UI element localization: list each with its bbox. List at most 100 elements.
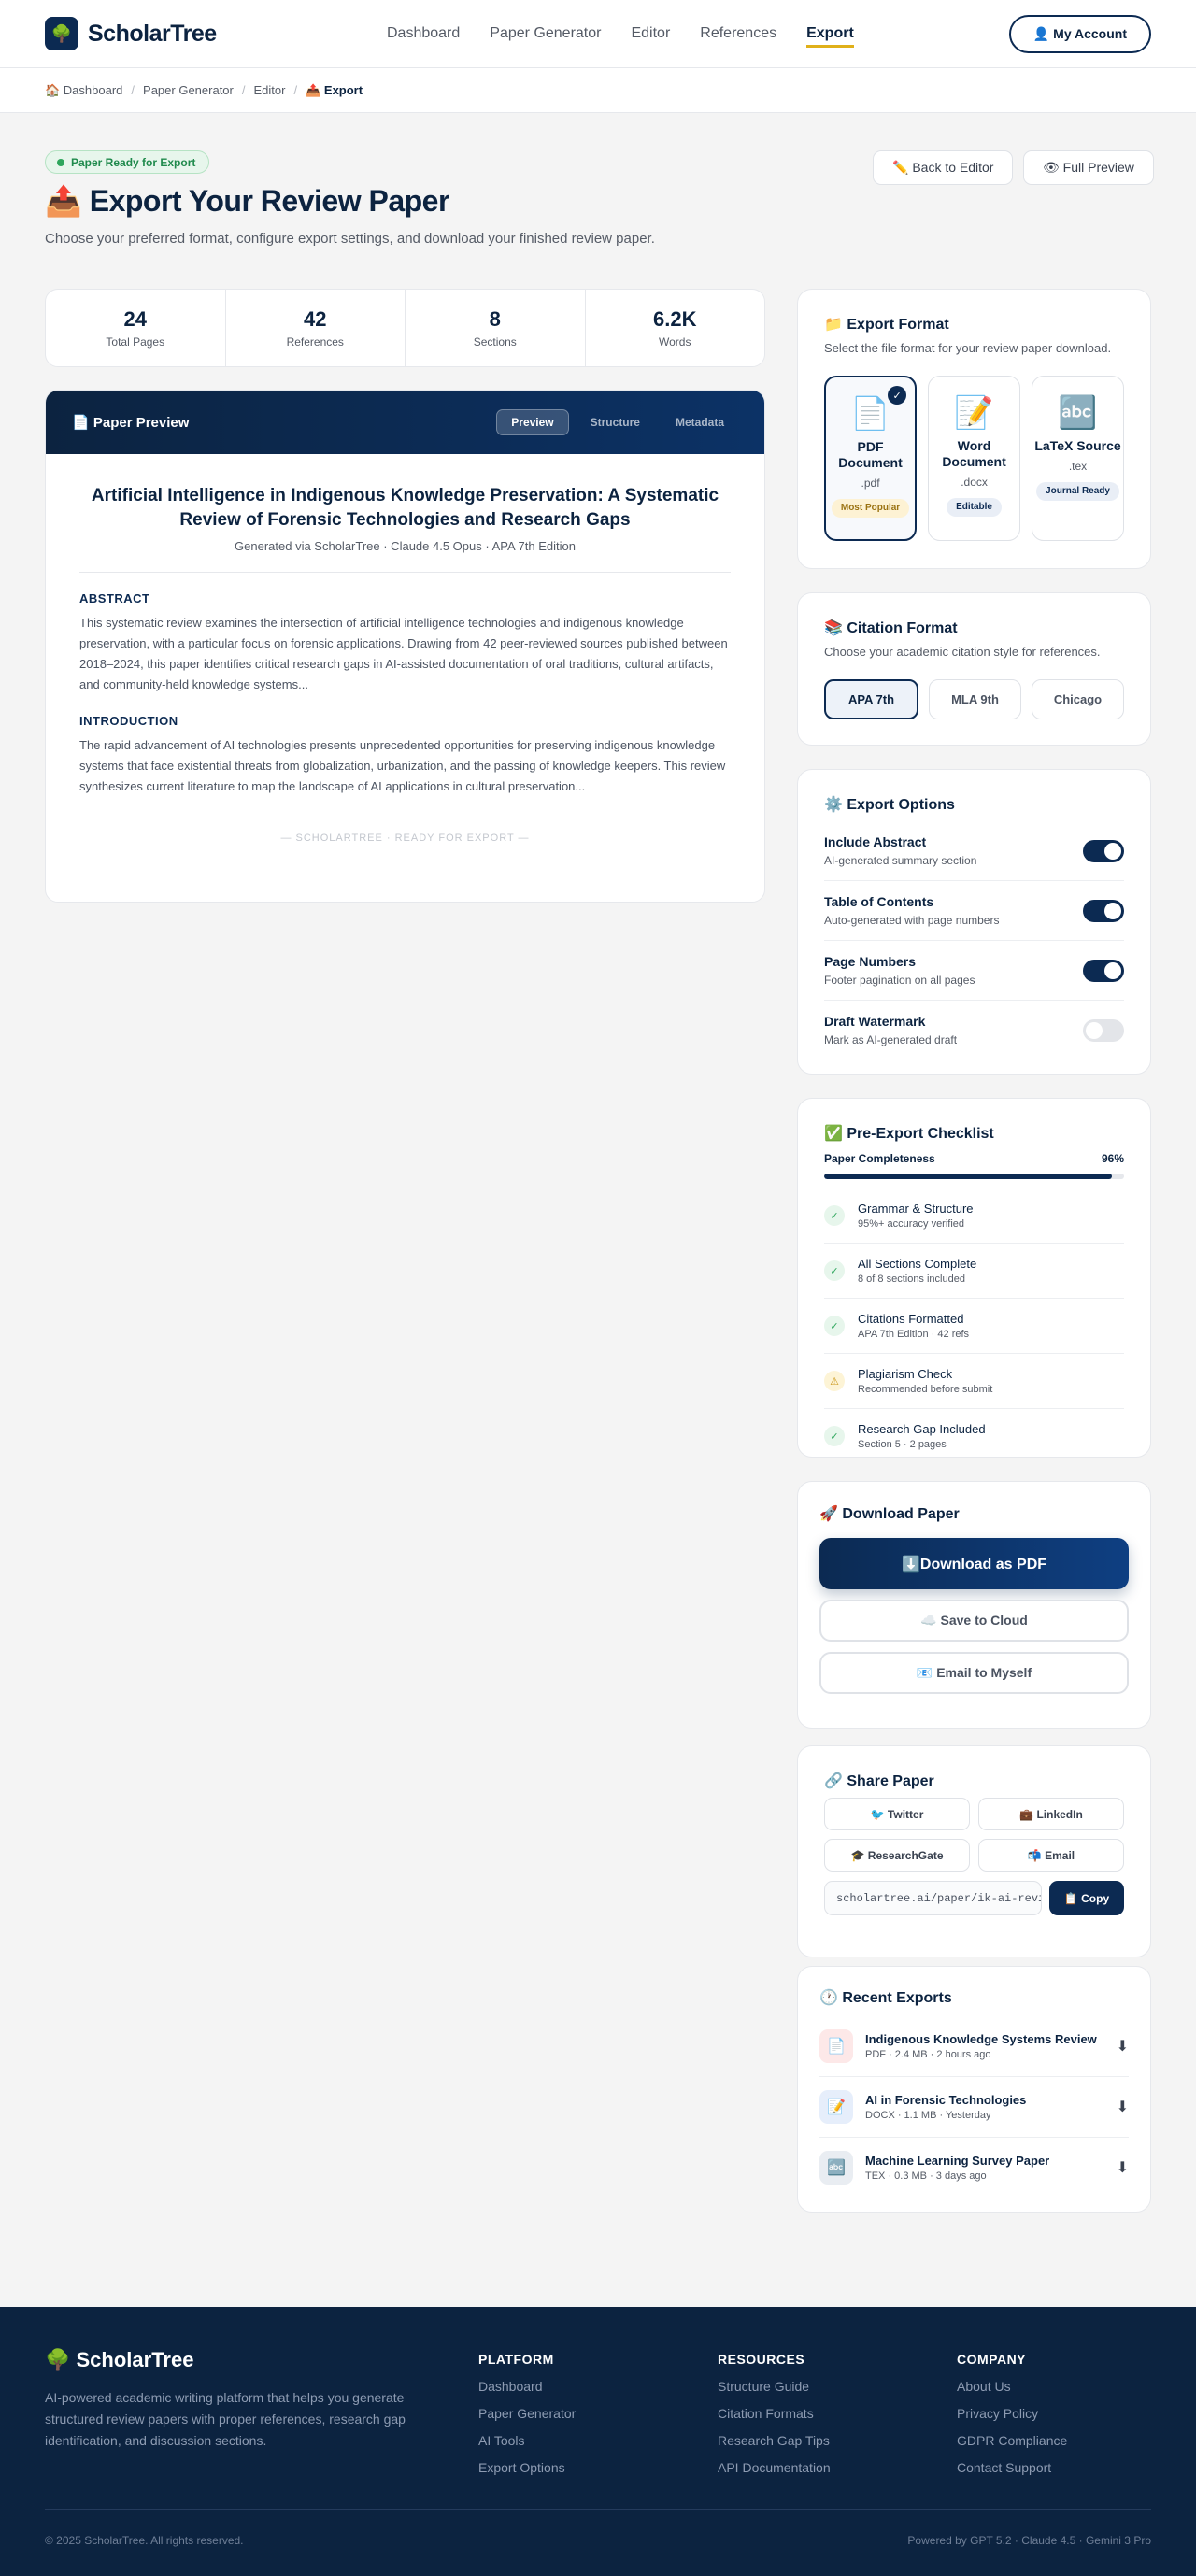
include-abstract-toggle[interactable] xyxy=(1083,839,1124,862)
checklist-item-name: All Sections Complete xyxy=(858,1257,977,1271)
tab-metadata[interactable]: Metadata xyxy=(662,409,738,435)
download-icon[interactable]: ⬇ xyxy=(1117,2098,1129,2116)
preview-header: 📄 Paper Preview Preview Structure Metada… xyxy=(46,391,764,454)
breadcrumb: 🏠 Dashboard / Paper Generator / Editor /… xyxy=(0,68,1196,113)
citation-apa-button[interactable]: APA 7th xyxy=(824,679,918,719)
email-to-myself-button[interactable]: 📧 Email to Myself xyxy=(819,1652,1129,1694)
preview-title: 📄 Paper Preview xyxy=(72,415,190,431)
recent-export-item[interactable]: 🔤 Machine Learning Survey Paper TEX · 0.… xyxy=(819,2138,1129,2198)
table-of-contents-toggle[interactable] xyxy=(1083,899,1124,922)
share-paper-card: 🔗 Share Paper 🐦 Twitter 💼 LinkedIn 🎓 Res… xyxy=(797,1745,1151,1957)
share-email-button[interactable]: 📬 Email xyxy=(978,1839,1124,1872)
footer-link[interactable]: Structure Guide xyxy=(718,2379,831,2394)
tab-preview[interactable]: Preview xyxy=(496,409,569,435)
export-options-title: ⚙️ Export Options xyxy=(824,797,955,813)
stat-words: 6.2K Words xyxy=(586,290,765,366)
footer-column-resources: RESOURCES Structure Guide Citation Forma… xyxy=(718,2352,831,2475)
format-name: LaTeX Source xyxy=(1034,438,1121,453)
pre-export-checklist-card: ✅ Pre-Export Checklist Paper Completenes… xyxy=(797,1098,1151,1458)
stat-value: 8 xyxy=(489,307,501,331)
my-account-button[interactable]: 👤 My Account xyxy=(1008,15,1151,53)
option-name: Table of Contents xyxy=(824,894,934,909)
footer-link[interactable]: API Documentation xyxy=(718,2460,831,2475)
footer-link[interactable]: Privacy Policy xyxy=(957,2406,1067,2421)
check-circle-icon: ✓ xyxy=(824,1426,845,1446)
footer-link[interactable]: Dashboard xyxy=(478,2379,576,2394)
footer-column-company: COMPANY About Us Privacy Policy GDPR Com… xyxy=(957,2352,1067,2475)
check-circle-icon: ✓ xyxy=(824,1260,845,1281)
nav-dashboard[interactable]: Dashboard xyxy=(387,25,460,48)
breadcrumb-dashboard[interactable]: 🏠 Dashboard xyxy=(45,83,122,98)
footer-description: AI-powered academic writing platform tha… xyxy=(45,2390,406,2448)
pdf-file-icon: 📄 xyxy=(819,2029,853,2063)
share-researchgate-button[interactable]: 🎓 ResearchGate xyxy=(824,1839,970,1872)
footer-link[interactable]: Paper Generator xyxy=(478,2406,576,2421)
copy-link-button[interactable]: 📋 Copy xyxy=(1049,1881,1124,1915)
format-option-pdf[interactable]: ✓ 📄 PDF Document .pdf Most Popular xyxy=(824,376,918,541)
tab-structure[interactable]: Structure xyxy=(577,409,654,435)
ready-status-badge: Paper Ready for Export xyxy=(45,150,210,174)
footer-link[interactable]: Research Gap Tips xyxy=(718,2433,831,2448)
nav-paper-generator[interactable]: Paper Generator xyxy=(490,25,601,48)
checklist-item-desc: Recommended before submit xyxy=(858,1384,993,1395)
footer-brand[interactable]: 🌳 ScholarTree xyxy=(45,2348,193,2372)
progress-fill xyxy=(824,1174,1113,1179)
download-pdf-button[interactable]: ⬇️Download as PDF xyxy=(819,1538,1129,1589)
footer-powered-by: Powered by GPT 5.2 · Claude 4.5 · Gemini… xyxy=(907,2534,1151,2547)
draft-watermark-toggle[interactable] xyxy=(1083,1018,1124,1042)
recent-export-name: Machine Learning Survey Paper xyxy=(865,2154,1050,2168)
save-to-cloud-button[interactable]: ☁️ Save to Cloud xyxy=(819,1600,1129,1642)
breadcrumb-editor[interactable]: Editor xyxy=(254,83,286,97)
download-icon[interactable]: ⬇ xyxy=(1117,2158,1129,2177)
share-linkedin-button[interactable]: 💼 LinkedIn xyxy=(978,1798,1124,1830)
checklist-item-name: Citations Formatted xyxy=(858,1312,964,1326)
breadcrumb-paper-generator[interactable]: Paper Generator xyxy=(143,83,234,97)
share-twitter-button[interactable]: 🐦 Twitter xyxy=(824,1798,970,1830)
check-circle-icon: ✓ xyxy=(824,1316,845,1336)
back-to-editor-button[interactable]: ✏️ Back to Editor xyxy=(873,150,1014,185)
checklist-item: ✓ Research Gap Included Section 5 · 2 pa… xyxy=(824,1409,1124,1463)
breadcrumb-separator: / xyxy=(293,83,298,97)
share-link-input[interactable]: scholartree.ai/paper/ik-ai-review xyxy=(824,1881,1042,1915)
recent-export-meta: PDF · 2.4 MB · 2 hours ago xyxy=(865,2049,991,2060)
top-navbar: 🌳 ScholarTree Dashboard Paper Generator … xyxy=(0,0,1196,68)
recent-export-item[interactable]: 📝 AI in Forensic Technologies DOCX · 1.1… xyxy=(819,2077,1129,2138)
full-preview-button[interactable]: 👁 Full Preview xyxy=(1023,150,1154,185)
checklist-item: ✓ Grammar & Structure 95%+ accuracy veri… xyxy=(824,1188,1124,1244)
footer-link[interactable]: Export Options xyxy=(478,2460,576,2475)
option-table-of-contents: Table of Contents Auto-generated with pa… xyxy=(824,881,1124,941)
completeness-progress-bar xyxy=(824,1174,1124,1179)
footer-link[interactable]: About Us xyxy=(957,2379,1067,2394)
stat-value: 6.2K xyxy=(653,307,697,331)
download-icon[interactable]: ⬇ xyxy=(1117,2037,1129,2056)
page-numbers-toggle[interactable] xyxy=(1083,959,1124,982)
brand-name: ScholarTree xyxy=(88,20,217,47)
option-description: Auto-generated with page numbers xyxy=(824,914,1000,927)
brand-logo[interactable]: 🌳 ScholarTree xyxy=(45,17,217,50)
footer-column-platform: PLATFORM Dashboard Paper Generator AI To… xyxy=(478,2352,576,2475)
citation-chicago-button[interactable]: Chicago xyxy=(1032,679,1124,719)
abstract-text: This systematic review examines the inte… xyxy=(79,616,728,691)
footer-link[interactable]: Citation Formats xyxy=(718,2406,831,2421)
footer-link[interactable]: GDPR Compliance xyxy=(957,2433,1067,2448)
completeness-label: Paper Completeness xyxy=(824,1152,935,1165)
completeness-label-row: Paper Completeness 96% xyxy=(824,1152,1124,1165)
option-draft-watermark: Draft Watermark Mark as AI-generated dra… xyxy=(824,1001,1124,1060)
citation-mla-button[interactable]: MLA 9th xyxy=(929,679,1021,719)
format-option-latex[interactable]: 🔤 LaTeX Source .tex Journal Ready xyxy=(1032,376,1124,541)
nav-export[interactable]: Export xyxy=(806,25,854,48)
footer-link[interactable]: AI Tools xyxy=(478,2433,576,2448)
latex-file-icon: 🔤 xyxy=(819,2151,853,2185)
warning-icon: ⚠ xyxy=(824,1371,845,1391)
option-description: Mark as AI-generated draft xyxy=(824,1033,958,1046)
export-format-card: 📁 Export Format Select the file format f… xyxy=(797,289,1151,569)
ready-status-label: Paper Ready for Export xyxy=(71,155,196,169)
nav-editor[interactable]: Editor xyxy=(631,25,670,48)
format-option-word[interactable]: 📝 Word Document .docx Editable xyxy=(928,376,1021,541)
download-paper-card: 🚀 Download Paper ⬇️Download as PDF ☁️ Sa… xyxy=(797,1481,1151,1729)
recent-export-item[interactable]: 📄 Indigenous Knowledge Systems Review PD… xyxy=(819,2016,1129,2077)
latex-file-icon: 🔤 xyxy=(1058,395,1098,431)
footer-link[interactable]: Contact Support xyxy=(957,2460,1067,2475)
nav-references[interactable]: References xyxy=(700,25,776,48)
checklist-item-desc: Section 5 · 2 pages xyxy=(858,1439,947,1450)
